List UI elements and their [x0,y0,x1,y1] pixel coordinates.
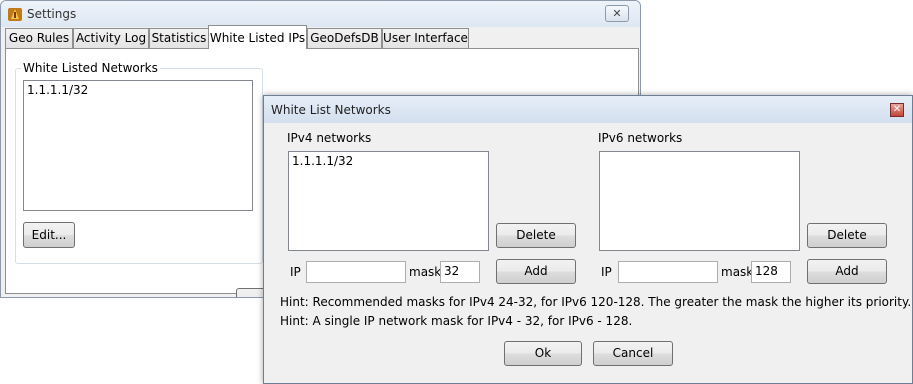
window-title: Settings [27,7,77,21]
group-title: White Listed Networks [21,61,160,75]
ipv6-networks-label: IPv6 networks [598,131,683,145]
ipv6-add-button[interactable]: Add [807,259,887,284]
hint-text: Hint: Recommended masks for IPv4 24-32, … [280,295,912,309]
cancel-button[interactable]: Cancel [593,341,673,366]
ok-button[interactable]: Ok [504,341,582,366]
ipv4-mask-input[interactable]: 32 [440,261,480,283]
ipv6-mask-input[interactable]: 128 [751,261,791,283]
ipv6-ip-label: IP [601,265,612,279]
ipv6-mask-label: mask [721,265,754,279]
tab-geo-rules[interactable]: Geo Rules [5,28,73,48]
ipv4-networks-label: IPv4 networks [287,131,372,145]
list-item[interactable]: 1.1.1.1/32 [292,154,353,168]
ipv6-ip-input[interactable] [618,261,718,283]
ipv4-ip-label: IP [290,265,301,279]
ipv6-networks-listbox[interactable] [599,151,800,251]
ipv4-mask-label: mask [409,265,442,279]
white-list-networks-dialog: White List Networks ✕ IPv4 networks 1.1.… [263,95,913,384]
networks-listbox[interactable] [23,80,253,211]
settings-titlebar[interactable] [1,1,640,27]
tab-activity-log[interactable]: Activity Log [73,28,149,48]
ipv4-ip-input[interactable] [306,261,406,283]
edit-button[interactable]: Edit... [23,222,75,248]
ipv4-delete-button[interactable]: Delete [496,223,576,248]
hint-text: Hint: A single IP network mask for IPv4 … [280,314,633,328]
close-icon[interactable]: ✕ [890,103,904,117]
tab-geodefsdb[interactable]: GeoDefsDB [307,28,382,48]
close-icon[interactable]: ✕ [605,5,629,22]
dialog-title: White List Networks [271,103,391,117]
tab-statistics[interactable]: Statistics [149,28,209,48]
tab-user-interface[interactable]: User Interface [382,28,469,48]
ipv4-add-button[interactable]: Add [496,259,576,284]
tab-white-listed-ips[interactable]: White Listed IPs [208,25,307,49]
ipv6-delete-button[interactable]: Delete [807,223,887,248]
app-icon [8,8,22,21]
list-item[interactable]: 1.1.1.1/32 [27,83,88,97]
